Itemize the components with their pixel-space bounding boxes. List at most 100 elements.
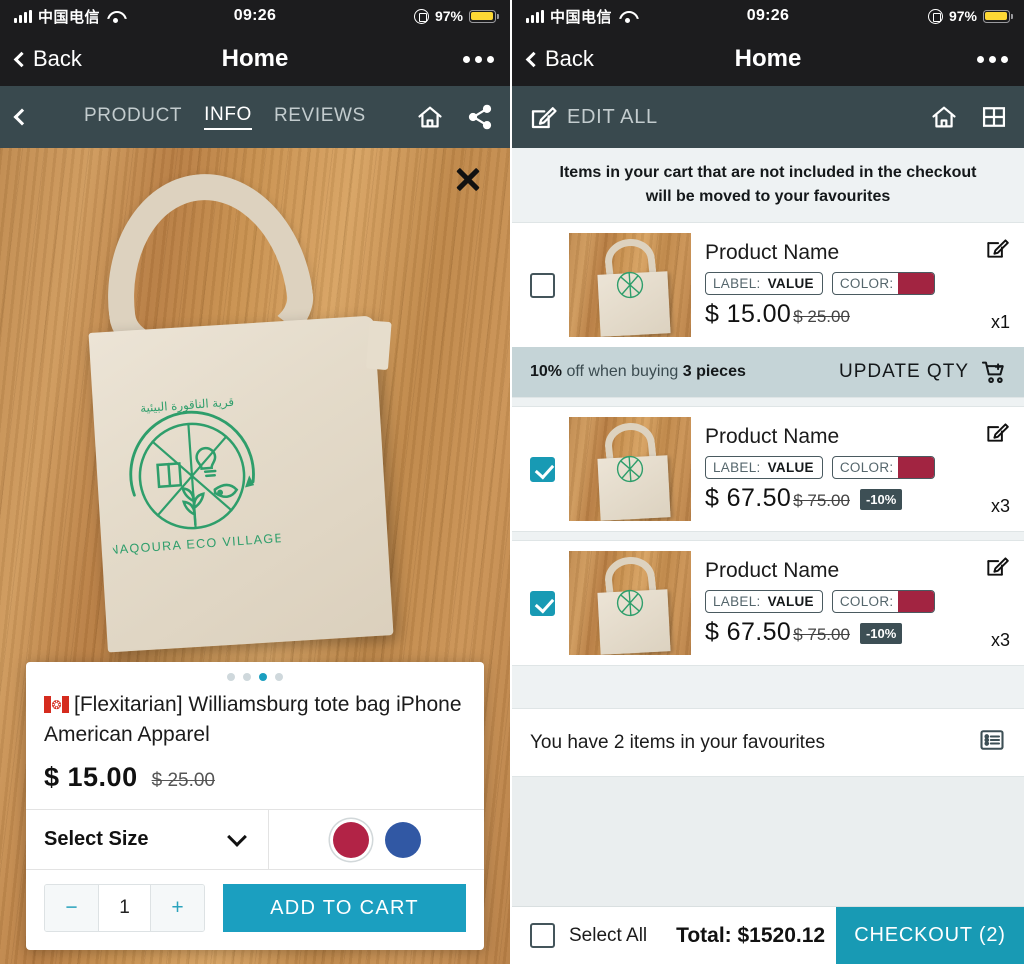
product-title-row: [Flexitarian] Williamsburg tote bag iPho…: [26, 686, 484, 750]
grid-icon[interactable]: [980, 103, 1008, 131]
attribute-value: VALUE: [767, 460, 814, 476]
select-all-control[interactable]: Select All: [512, 907, 665, 964]
favourites-text: You have 2 items in your favourites: [530, 731, 826, 753]
carousel-dot[interactable]: [275, 673, 283, 682]
product-detail-card: [Flexitarian] Williamsburg tote bag iPho…: [26, 662, 484, 950]
list-icon[interactable]: [978, 726, 1006, 759]
cart-item-checkbox[interactable]: [530, 590, 555, 616]
product-options-row: Select Size: [26, 810, 484, 870]
share-icon[interactable]: [466, 103, 494, 131]
tabbar-icons: [416, 103, 494, 131]
left-phone-screen: 中国电信 09:26 97% Back Home PRODUCT INFO RE…: [0, 0, 512, 964]
close-x-icon[interactable]: [452, 163, 484, 195]
quantity-input[interactable]: 1: [98, 885, 151, 931]
color-swatches: [269, 810, 484, 869]
cart-item-attributes: LABEL: VALUE COLOR:: [705, 456, 960, 480]
home-icon[interactable]: [930, 103, 958, 131]
cart-plus-icon: [981, 361, 1004, 384]
cart-item-price: $ 67.50 $ 75.00 -10%: [705, 618, 960, 647]
battery-percent-label: 97%: [434, 8, 463, 24]
cart-editbar: EDIT ALL: [512, 86, 1024, 148]
cart-screen-body: EDIT ALL Items in your cart that are not…: [512, 86, 1024, 964]
select-all-checkbox[interactable]: [530, 923, 555, 948]
price-current: $ 15.00: [705, 300, 792, 329]
cart-item-attributes: LABEL: VALUE COLOR:: [705, 272, 960, 296]
cart-total: Total: $1520.12: [676, 923, 826, 947]
quantity-increment-button[interactable]: +: [151, 885, 204, 931]
status-bar-left: 中国电信 09:26 97%: [0, 0, 510, 32]
update-qty-button[interactable]: UPDATE QTY: [839, 358, 1008, 386]
carousel-dot[interactable]: [227, 673, 235, 682]
edit-square-icon[interactable]: [984, 235, 1010, 261]
carousel-dot[interactable]: [243, 673, 251, 682]
attribute-chip-label: LABEL: VALUE: [705, 590, 823, 614]
row-separator: [512, 531, 1024, 541]
edit-all-label: EDIT ALL: [567, 105, 658, 128]
empty-area: [512, 777, 1024, 906]
more-dots-icon[interactable]: [463, 55, 494, 63]
quantity-decrement-button[interactable]: −: [45, 885, 98, 931]
page-title: Home: [734, 45, 802, 72]
attribute-chip-color: COLOR:: [831, 456, 936, 480]
favourites-row[interactable]: You have 2 items in your favourites: [512, 709, 1024, 777]
attribute-chip-label: LABEL: VALUE: [705, 272, 823, 296]
cart-item-name: Product Name: [705, 240, 840, 264]
color-swatch: [898, 273, 935, 295]
tab-product[interactable]: PRODUCT: [84, 105, 182, 129]
edit-all-button[interactable]: EDIT ALL: [528, 102, 658, 132]
discount-badge: -10%: [859, 623, 903, 645]
cart-item-thumbnail: [569, 417, 691, 521]
battery-percent-label: 97%: [948, 8, 977, 24]
tab-list: PRODUCT INFO REVIEWS: [84, 104, 366, 130]
tab-info[interactable]: INFO: [204, 104, 252, 130]
edit-square-icon[interactable]: [984, 553, 1010, 579]
tab-reviews[interactable]: REVIEWS: [274, 105, 366, 129]
logo-text: NAQOURA ECO VILLAGE: [109, 531, 282, 557]
price-original: $ 25.00: [793, 307, 850, 327]
edit-square-icon: [531, 107, 557, 129]
cart-item-info: Product Name LABEL: VALUE COLOR: $ 67.50: [705, 425, 960, 513]
dual-screenshot: 中国电信 09:26 97% Back Home PRODUCT INFO RE…: [0, 0, 1024, 964]
cart-item-right: x3: [974, 417, 1010, 521]
page-title: Home: [221, 45, 289, 72]
table-row[interactable]: Product Name LABEL: VALUE COLOR: $ 67.50: [512, 407, 1024, 531]
price-current: $ 67.50: [705, 484, 792, 513]
size-select[interactable]: Select Size: [26, 810, 269, 869]
discount-badge: -10%: [859, 489, 903, 511]
eco-village-logo: NAQOURA ECO VILLAGE قرية الناقورة البيئي…: [109, 395, 282, 557]
checkout-button[interactable]: CHECKOUT (2): [836, 907, 1024, 964]
more-dots-icon[interactable]: [977, 55, 1008, 63]
edit-square-icon[interactable]: [984, 419, 1010, 445]
carousel-dot-active[interactable]: [259, 673, 267, 682]
nav-bar-left: Back Home: [0, 32, 510, 86]
price-original: $ 25.00: [151, 770, 215, 791]
nav-bar-right: Back Home: [512, 32, 1024, 86]
cart-item-qty: x3: [990, 496, 1010, 516]
cart-item-checkbox[interactable]: [530, 272, 555, 298]
size-select-label: Select Size: [44, 828, 149, 850]
carousel-dots: [26, 662, 484, 686]
attribute-chip-label: LABEL: VALUE: [705, 456, 823, 480]
cart-item-name: Product Name: [705, 424, 840, 448]
color-swatch-crimson[interactable]: [332, 821, 369, 858]
cart-item-name: Product Name: [705, 558, 840, 582]
eco-village-logo-small: [616, 589, 644, 617]
chevron-down-icon: [227, 826, 247, 847]
cart-item-qty: x3: [990, 630, 1010, 650]
home-icon[interactable]: [416, 103, 444, 131]
rotation-lock-icon: [927, 8, 943, 24]
table-row[interactable]: Product Name LABEL: VALUE COLOR: $ 15.00: [512, 223, 1024, 347]
cart-item-checkbox[interactable]: [530, 456, 555, 482]
rotation-lock-icon: [413, 8, 429, 24]
cart-item-thumbnail: [569, 233, 691, 337]
row-separator: [512, 397, 1024, 407]
attribute-key: COLOR:: [839, 460, 894, 476]
tabbar-back-button[interactable]: [13, 108, 50, 126]
right-phone-screen: 中国电信 09:26 97% Back Home EDIT ALL Items …: [512, 0, 1024, 964]
add-to-cart-button[interactable]: ADD TO CART: [223, 884, 466, 932]
table-row[interactable]: Product Name LABEL: VALUE COLOR: $ 67.50: [512, 541, 1024, 665]
price-current: $ 15.00: [44, 762, 138, 792]
cart-item-right: x1: [974, 233, 1010, 337]
color-swatch-blue[interactable]: [384, 821, 421, 858]
product-actions-row: − 1 + ADD TO CART: [26, 870, 484, 950]
